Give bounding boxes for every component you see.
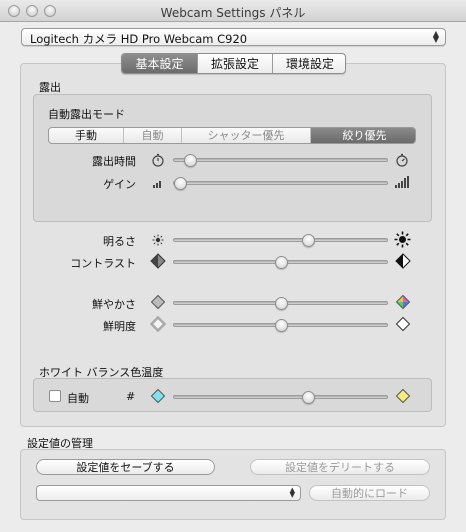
title-bar: Webcam Settings パネル [0, 0, 466, 22]
exposure-time-slider[interactable] [173, 158, 388, 162]
tab-bar: 基本設定 拡張設定 環境設定 [121, 53, 346, 74]
save-settings-button[interactable]: 設定値をセーブする [36, 459, 215, 475]
gain-slider[interactable] [173, 181, 388, 185]
stopwatch-icon [152, 153, 164, 167]
brightness-slider[interactable] [173, 238, 388, 242]
tab-preferences[interactable]: 環境設定 [273, 54, 345, 73]
mode-manual-segment[interactable]: 手動 [49, 128, 124, 143]
contrast-label: コントラスト [70, 257, 136, 270]
tab-extended-settings[interactable]: 拡張設定 [198, 54, 273, 73]
delete-settings-button: 設定値をデリートする [250, 459, 430, 475]
window-title: Webcam Settings パネル [160, 6, 306, 20]
gain-label: ゲイン [103, 178, 136, 191]
mode-aperture-priority-segment[interactable]: 絞り優先 [311, 128, 415, 143]
white-balance-auto-checkbox[interactable] [49, 390, 61, 402]
mode-auto-segment: 自動 [124, 128, 182, 143]
white-balance-auto-label: 自動 [67, 392, 89, 405]
saturation-low-icon [150, 294, 166, 310]
white-balance-hash-label: # [126, 390, 136, 403]
device-select[interactable]: Logitech カメラ HD Pro Webcam C920 ▲ ▼ [21, 28, 446, 46]
white-balance-warm-icon [395, 388, 411, 404]
contrast-low-icon [150, 253, 166, 269]
sharpness-slider-knob[interactable] [274, 319, 288, 332]
exposure-time-label: 露出時間 [92, 155, 136, 168]
tab-basic-settings[interactable]: 基本設定 [122, 54, 198, 73]
sharpness-high-icon [395, 316, 411, 332]
gain-slider-knob[interactable] [174, 177, 187, 190]
signal-low-icon [153, 181, 161, 188]
exposure-section-label: 露出 [39, 81, 61, 94]
device-select-value: Logitech カメラ HD Pro Webcam C920 [30, 32, 248, 46]
saturation-high-icon [395, 294, 411, 310]
sharpness-low-icon [150, 316, 166, 332]
contrast-high-icon [395, 253, 411, 269]
signal-high-icon [395, 176, 409, 188]
mode-shutter-priority-segment: シャッター優先 [182, 128, 311, 143]
white-balance-cool-icon [150, 388, 166, 404]
up-down-arrows-icon: ▲ ▼ [289, 486, 295, 499]
auto-exposure-mode-label: 自動露出モード [48, 108, 125, 121]
sun-large-icon [394, 231, 411, 248]
saturation-label: 鮮やかさ [92, 298, 136, 311]
contrast-slider-knob[interactable] [274, 256, 288, 269]
exposure-mode-segmented-control: 手動 自動 シャッター優先 絞り優先 [48, 127, 416, 144]
sun-small-icon [152, 234, 164, 246]
up-down-arrows-icon: ▲ ▼ [432, 29, 439, 44]
sharpness-label: 鮮明度 [103, 320, 136, 333]
saturation-slider-knob[interactable] [274, 297, 288, 310]
stopwatch-icon [396, 153, 408, 167]
auto-load-button: 自動的にロード [309, 485, 430, 501]
brightness-label: 明るさ [103, 235, 136, 248]
preset-select[interactable]: ▲ ▼ [36, 485, 301, 501]
white-balance-slider[interactable] [173, 395, 388, 399]
